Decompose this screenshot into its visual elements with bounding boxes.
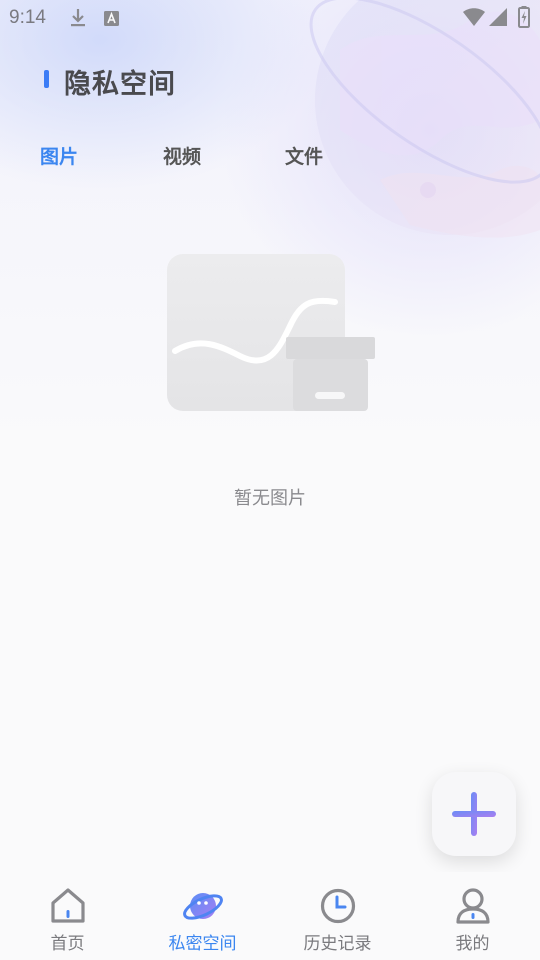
bottom-nav: 首页 私密空间 历史记录 我的 [0, 872, 540, 960]
person-icon [455, 888, 490, 924]
add-button[interactable] [432, 772, 516, 856]
nav-history-label: 历史记录 [303, 934, 372, 954]
nav-private-space[interactable]: 私密空间 [135, 872, 270, 960]
download-icon [71, 9, 85, 27]
nav-private-space-label: 私密空间 [168, 934, 237, 954]
tab-files[interactable]: 文件 [285, 142, 323, 169]
status-time: 9:14 [9, 7, 46, 28]
empty-state-text: 暂无图片 [234, 488, 306, 509]
tab-bar: 图片 视频 文件 [0, 142, 540, 174]
title-accent-bar [44, 70, 49, 88]
nav-home-label: 首页 [50, 934, 85, 954]
nav-profile[interactable]: 我的 [405, 872, 540, 960]
tab-images[interactable]: 图片 [40, 142, 78, 169]
tab-videos[interactable]: 视频 [163, 142, 201, 169]
nav-profile-label: 我的 [455, 934, 490, 954]
empty-box-illustration [167, 254, 375, 411]
signal-icon [489, 8, 507, 26]
plus-icon [452, 792, 496, 836]
globe-decoration [309, 0, 540, 238]
page-title: 隐私空间 [64, 69, 176, 100]
nav-home[interactable]: 首页 [0, 872, 135, 960]
planet-icon [182, 893, 223, 920]
clock-icon [320, 888, 355, 924]
status-bar: 9:14 [0, 0, 540, 36]
wifi-icon [463, 8, 485, 26]
battery-charging-icon [518, 6, 530, 28]
nav-history[interactable]: 历史记录 [270, 872, 405, 960]
a-notification-icon [104, 11, 119, 26]
home-icon [50, 888, 85, 923]
